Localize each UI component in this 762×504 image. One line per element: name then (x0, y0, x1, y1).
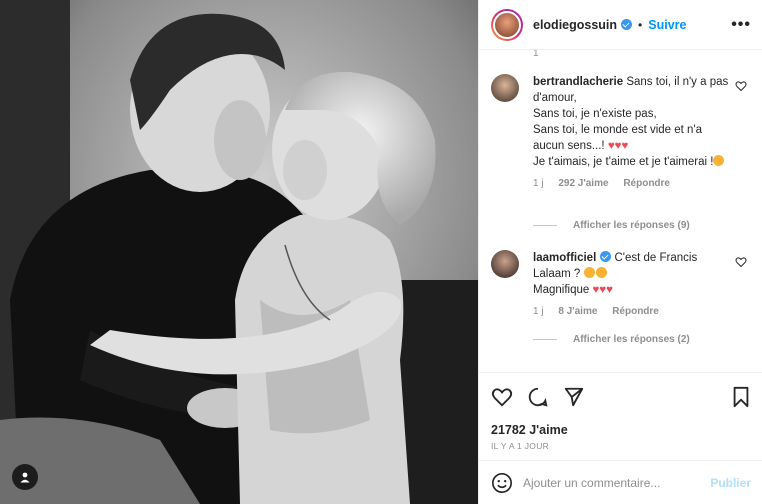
share-icon[interactable] (563, 386, 585, 408)
comment-line: Je t'aimais, je t'aime et je t'aimerai ! (533, 156, 714, 168)
comment-likes[interactable]: 8 J'aime (558, 306, 597, 317)
post-time: IL Y A 1 JOUR (491, 441, 550, 451)
user-tag-button[interactable] (12, 464, 38, 490)
comment-time: 1 j (533, 178, 544, 189)
verified-badge-icon (621, 19, 633, 30)
comment-input[interactable]: Ajouter un commentaire... (523, 476, 710, 490)
instagram-post-modal: elodiegossuin • Suivre ••• 1 bertrandlac… (0, 0, 762, 504)
show-replies-button[interactable]: Afficher les réponses (2) (533, 334, 690, 345)
comment-line: Magnifique (533, 284, 590, 296)
comment-meta: 1 j 8 J'aime Répondre (533, 304, 729, 320)
author-username[interactable]: elodiegossuin (533, 18, 617, 32)
stray-count: 1 (533, 50, 539, 59)
comment-item: laamofficiel C'est de Francis Lalaam ? M… (491, 250, 753, 320)
reply-button[interactable]: Répondre (612, 306, 659, 317)
comment-meta: 1 j 292 J'aime Répondre (533, 176, 729, 192)
comment-avatar[interactable] (491, 74, 519, 102)
follow-button[interactable]: Suivre (648, 18, 686, 32)
heart-icon[interactable] (491, 386, 513, 408)
comment-body: laamofficiel C'est de Francis Lalaam ? M… (533, 250, 729, 320)
comment-avatar[interactable] (491, 250, 519, 278)
smile-emoji-icon (583, 267, 595, 278)
heart-emoji-icon: ♥♥♥ (592, 284, 613, 296)
add-comment-bar: Ajouter un commentaire... Publier (479, 460, 762, 504)
comment-likes[interactable]: 292 J'aime (558, 178, 608, 189)
comment-username[interactable]: laamofficiel (533, 252, 596, 264)
verified-badge-icon (600, 251, 612, 262)
show-replies-button[interactable]: Afficher les réponses (9) (533, 220, 690, 231)
replies-divider (533, 225, 557, 226)
emoji-icon[interactable] (491, 472, 513, 494)
smile-emoji-icon (595, 267, 607, 278)
post-photo[interactable] (0, 0, 478, 504)
post-header: elodiegossuin • Suivre ••• (479, 0, 762, 50)
comment-body: bertrandlacherie Sans toi, il n'y a pas … (533, 74, 729, 192)
post-side-panel: elodiegossuin • Suivre ••• 1 bertrandlac… (478, 0, 762, 504)
separator-dot: • (638, 17, 643, 32)
comment-username[interactable]: bertrandlacherie (533, 76, 623, 88)
comment-time: 1 j (533, 306, 544, 317)
save-icon[interactable] (731, 386, 751, 408)
replies-divider (533, 339, 557, 340)
author-avatar-ring[interactable] (491, 8, 523, 41)
comment-icon[interactable] (527, 386, 549, 408)
smile-emoji-icon (713, 155, 725, 166)
likes-count[interactable]: 21782 J'aime (491, 423, 751, 437)
comment-like-heart-icon[interactable] (735, 80, 747, 92)
comment-item: bertrandlacherie Sans toi, il n'y a pas … (491, 74, 753, 192)
heart-emoji-icon: ♥♥♥ (607, 140, 629, 152)
comment-line: Sans toi, je n'existe pas, (533, 108, 657, 120)
publish-button[interactable]: Publier (710, 476, 751, 490)
comment-like-heart-icon[interactable] (735, 256, 747, 268)
action-icons-row (491, 383, 751, 411)
comments-list[interactable]: 1 bertrandlacherie Sans toi, il n'y a pa… (479, 50, 762, 372)
show-replies-label: Afficher les réponses (9) (573, 220, 690, 231)
black-and-white-couple-photo (0, 0, 478, 504)
more-options-button[interactable]: ••• (731, 16, 751, 34)
reply-button[interactable]: Répondre (623, 178, 670, 189)
author-avatar[interactable] (493, 10, 521, 39)
show-replies-label: Afficher les réponses (2) (573, 334, 690, 345)
user-tag-icon (20, 472, 30, 483)
